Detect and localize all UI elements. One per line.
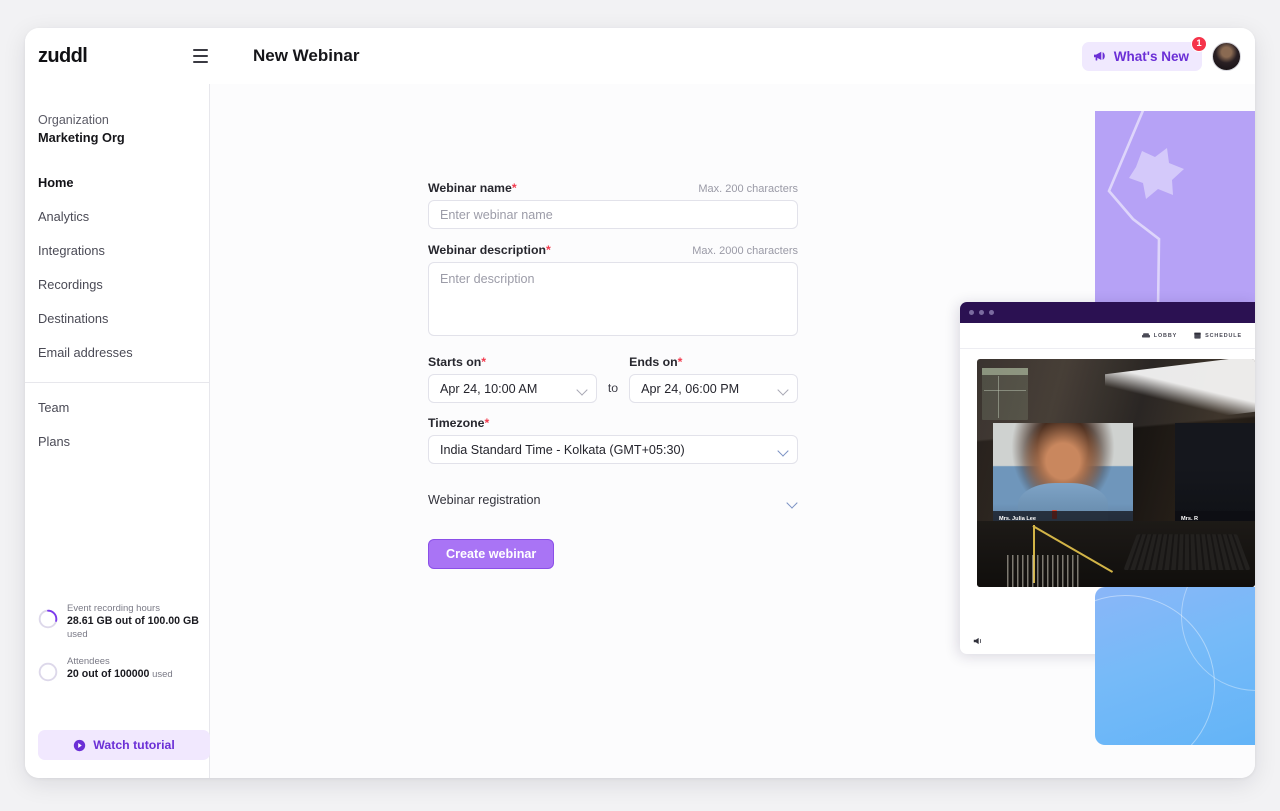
field-starts-on: Starts on* Apr 24, 10:00 AM: [428, 355, 597, 403]
app-window: zuddl New Webinar What's New 1 Organizat…: [25, 28, 1255, 778]
label-webinar-name: Webinar name*: [428, 181, 517, 195]
whats-new-badge: 1: [1191, 35, 1207, 52]
mock-nav-lobby-label: LOBBY: [1153, 332, 1178, 339]
mock-nav-schedule[interactable]: SCHEDULE: [1194, 332, 1242, 339]
new-webinar-form: Webinar name* Max. 200 characters Webina…: [428, 181, 798, 569]
timezone-value: India Standard Time - Kolkata (GMT+05:30…: [440, 442, 685, 457]
date-separator: to: [607, 381, 619, 395]
lobby-icon: [1141, 333, 1150, 338]
mock-titlebar: [960, 302, 1255, 323]
mock-nav-lobby[interactable]: LOBBY: [1141, 332, 1178, 339]
whats-new-label: What's New: [1113, 48, 1189, 64]
promo-graphic-bottom: [1095, 587, 1255, 745]
participant-video-primary: Mrs. Julia Lee Product Manager at Zuddl: [993, 423, 1133, 535]
webinar-description-input[interactable]: [428, 262, 798, 336]
chevron-down-icon: [777, 444, 789, 457]
sidebar-item-team[interactable]: Team: [25, 390, 209, 424]
hint-webinar-name: Max. 200 characters: [698, 183, 798, 195]
field-webinar-name: Webinar name* Max. 200 characters: [428, 181, 798, 229]
play-circle-icon: [74, 739, 86, 751]
usage-row-recording: Event recording hours 28.61 GB out of 10…: [38, 602, 210, 641]
sidebar-item-home[interactable]: Home: [25, 165, 209, 199]
chevron-down-icon: [576, 383, 588, 396]
mock-nav: LOBBY SCHEDULE: [960, 323, 1255, 349]
label-timezone: Timezone*: [428, 416, 490, 430]
create-webinar-button[interactable]: Create webinar: [428, 539, 555, 569]
sidebar-item-plans[interactable]: Plans: [25, 424, 209, 458]
progress-ring-icon: [38, 609, 58, 629]
stage-side-panel: [982, 368, 1028, 420]
sidebar-item-recordings[interactable]: Recordings: [25, 267, 209, 301]
whats-new-button[interactable]: What's New 1: [1081, 35, 1207, 71]
starts-on-value: Apr 24, 10:00 AM: [440, 381, 538, 396]
usage-suffix-attendees: used: [152, 669, 173, 680]
progress-ring-icon: [38, 662, 58, 682]
mock-nav-schedule-label: SCHEDULE: [1205, 332, 1242, 339]
webinar-name-input[interactable]: [428, 200, 798, 229]
sidebar-item-analytics[interactable]: Analytics: [25, 199, 209, 233]
speaker-icon[interactable]: [973, 636, 984, 646]
webinar-registration-section[interactable]: Webinar registration: [428, 493, 798, 510]
chevron-down-icon: [777, 383, 789, 396]
mock-stage: Mrs. Julia Lee Product Manager at Zuddl …: [977, 359, 1255, 587]
app-header: zuddl New Webinar What's New 1: [25, 28, 1255, 84]
field-ends-on: Ends on* Apr 24, 06:00 PM: [629, 355, 798, 403]
participant-video-secondary: Mrs. R Sr. Mar: [1175, 423, 1255, 535]
timezone-select[interactable]: India Standard Time - Kolkata (GMT+05:30…: [428, 435, 798, 464]
date-range-row: Starts on* Apr 24, 10:00 AM to Ends on* …: [428, 355, 798, 403]
label-starts-on: Starts on*: [428, 355, 487, 369]
calendar-icon: [1194, 332, 1201, 339]
stage-light-strip: [1105, 359, 1255, 431]
usage-title-attendees: Attendees: [67, 656, 110, 667]
sidebar-nav: Home Analytics Integrations Recordings D…: [25, 147, 209, 458]
main-content: Webinar name* Max. 200 characters Webina…: [210, 84, 1255, 778]
header-actions: What's New 1: [1081, 35, 1255, 71]
sidebar-item-destinations[interactable]: Destinations: [25, 301, 209, 335]
label-webinar-description: Webinar description*: [428, 243, 551, 257]
promo-panel: LOBBY SCHEDULE Mrs. Julia Lee Mrs. R: [960, 84, 1255, 778]
ends-on-value: Apr 24, 06:00 PM: [641, 381, 740, 396]
hamburger-menu-icon[interactable]: [187, 43, 213, 69]
sidebar-item-integrations[interactable]: Integrations: [25, 233, 209, 267]
ends-on-select[interactable]: Apr 24, 06:00 PM: [629, 374, 798, 403]
sidebar-item-email-addresses[interactable]: Email addresses: [25, 335, 209, 369]
usage-stats: Event recording hours 28.61 GB out of 10…: [38, 602, 210, 696]
field-webinar-description: Webinar description* Max. 2000 character…: [428, 243, 798, 341]
webinar-registration-label: Webinar registration: [428, 493, 541, 507]
usage-value-attendees: 20 out of 100000: [67, 668, 150, 680]
megaphone-icon: [1093, 51, 1105, 61]
zuddl-logo[interactable]: zuddl: [25, 45, 185, 68]
organization-block[interactable]: Organization Marketing Org: [25, 84, 209, 147]
watch-tutorial-label: Watch tutorial: [93, 738, 175, 752]
usage-value-recording: 28.61 GB out of 100.00 GB: [67, 615, 199, 627]
usage-row-attendees: Attendees 20 out of 100000 used: [38, 655, 210, 682]
organization-name: Marketing Org: [38, 130, 125, 145]
sidebar-divider: [25, 382, 209, 383]
starts-on-select[interactable]: Apr 24, 10:00 AM: [428, 374, 597, 403]
stage-desk: [977, 521, 1255, 587]
usage-title-recording: Event recording hours: [67, 603, 160, 614]
label-ends-on: Ends on*: [629, 355, 683, 369]
field-timezone: Timezone* India Standard Time - Kolkata …: [428, 416, 798, 464]
usage-suffix-recording: used: [67, 629, 88, 640]
hint-webinar-description: Max. 2000 characters: [692, 245, 798, 257]
chevron-down-icon: [786, 496, 798, 509]
avatar[interactable]: [1212, 41, 1241, 71]
organization-label: Organization: [38, 113, 109, 127]
page-title: New Webinar: [253, 46, 360, 65]
sidebar: Organization Marketing Org Home Analytic…: [25, 84, 210, 778]
watch-tutorial-button[interactable]: Watch tutorial: [38, 730, 210, 760]
